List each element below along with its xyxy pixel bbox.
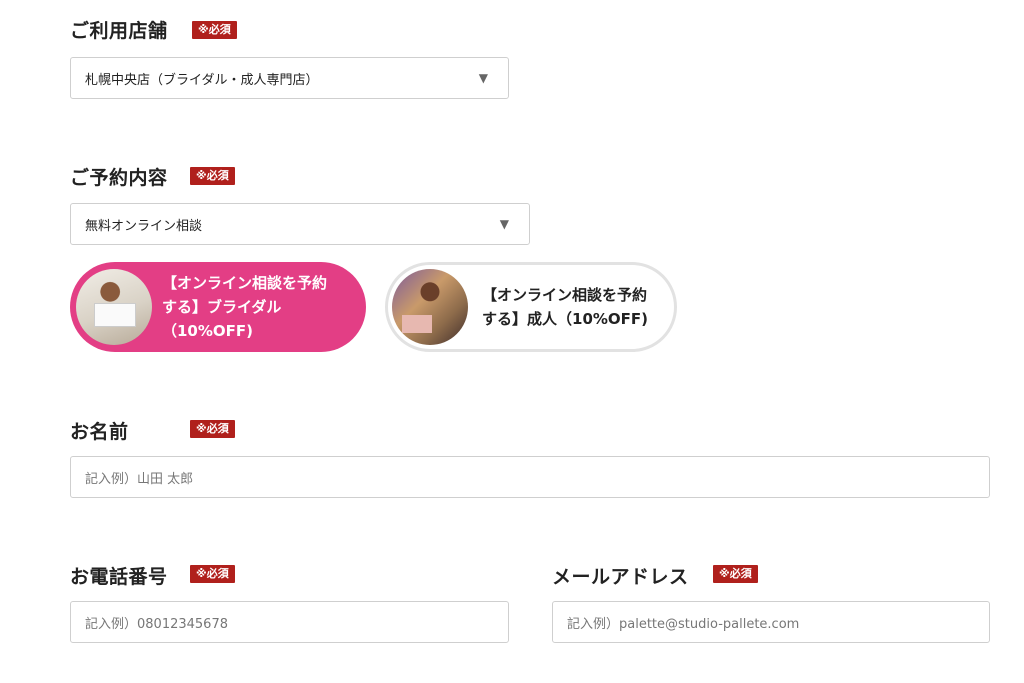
plan-bridal-line1: 【オンライン相談を予約 — [162, 274, 328, 292]
chevron-down-icon: ▼ — [478, 71, 488, 85]
plan-bridal-line3: （10%OFF) — [162, 322, 254, 340]
plan-bridal-line2: する】ブライダル — [162, 298, 282, 316]
store-select[interactable]: 札幌中央店（ブライダル・成人専門店） ▼ — [70, 57, 509, 99]
email-label: メールアドレス — [552, 566, 689, 588]
name-required-badge: ※必須 — [190, 420, 235, 438]
reservation-label: ご予約内容 — [70, 167, 168, 189]
phone-input[interactable]: 記入例）08012345678 — [70, 601, 509, 643]
phone-input-placeholder: 記入例）08012345678 — [85, 616, 228, 632]
plan-coming-of-age-photo — [392, 269, 468, 345]
name-input[interactable]: 記入例）山田 太郎 — [70, 456, 990, 498]
store-select-value: 札幌中央店（ブライダル・成人専門店） — [85, 72, 319, 88]
plan-bridal-photo — [76, 269, 152, 345]
email-input[interactable]: 記入例）palette@studio-pallete.com — [552, 601, 990, 643]
name-input-placeholder: 記入例）山田 太郎 — [85, 471, 194, 487]
reservation-select-value: 無料オンライン相談 — [85, 218, 203, 234]
plan-coming-of-age-button[interactable]: 【オンライン相談を予約 する】成人（10%OFF) — [385, 262, 677, 352]
chevron-down-icon: ▼ — [499, 217, 509, 231]
plan-coming-of-age-line1: 【オンライン相談を予約 — [482, 286, 648, 304]
email-required-badge: ※必須 — [713, 565, 758, 583]
plan-bridal-button[interactable]: 【オンライン相談を予約 する】ブライダル （10%OFF) — [70, 262, 366, 352]
email-input-placeholder: 記入例）palette@studio-pallete.com — [567, 616, 800, 632]
name-label: お名前 — [70, 421, 129, 443]
phone-required-badge: ※必須 — [190, 565, 235, 583]
phone-label: お電話番号 — [70, 566, 168, 588]
store-label: ご利用店舗 — [70, 20, 168, 42]
plan-coming-of-age-line2: する】成人（10%OFF) — [482, 310, 649, 328]
store-required-badge: ※必須 — [192, 21, 237, 39]
reservation-select[interactable]: 無料オンライン相談 ▼ — [70, 203, 530, 245]
reservation-required-badge: ※必須 — [190, 167, 235, 185]
